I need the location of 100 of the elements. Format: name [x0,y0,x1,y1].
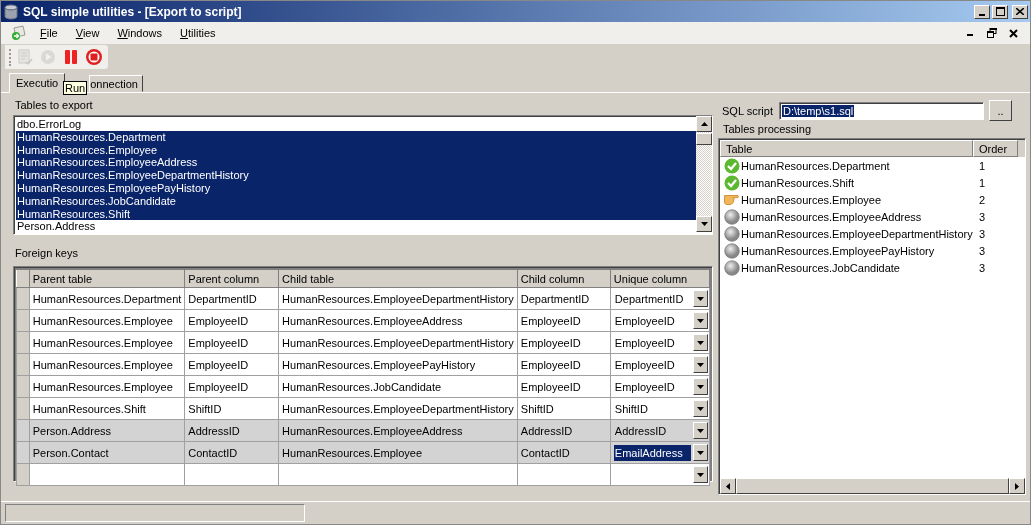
close-icon [1009,28,1018,38]
path-field[interactable]: D:\temp\s1.sql [778,101,984,120]
down-arrow-icon [697,406,704,411]
down-arrow-icon [697,296,704,301]
dropdown-button[interactable] [693,422,708,439]
up-arrow-icon [700,122,708,126]
column-header[interactable]: Table [720,140,973,157]
column-header[interactable]: Child table [278,269,518,288]
table-cell: EmployeeID [184,309,279,332]
database-icon [3,3,19,20]
window-title: SQL simple utilities - [Export to script] [23,4,243,19]
scroll-thumb[interactable] [696,133,712,145]
dropdown-button[interactable] [693,312,708,329]
table-cell: HumanResources.Employee [29,331,185,354]
row-header[interactable] [16,287,30,310]
down-arrow-icon [697,428,704,433]
order-value: 3 [978,210,986,223]
dropdown-button[interactable] [693,356,708,373]
left-arrow-icon [726,482,730,490]
table-cell: HumanResources.EmployeeDepartmentHistory [278,331,518,354]
close-button[interactable] [1012,4,1028,19]
section-label: Foreign keys [14,246,79,261]
browse-button[interactable]: .. [988,100,1012,121]
table-cell: HumanResources.Department [29,287,185,310]
table-cell: HumanResources.JobCandidate [278,375,518,398]
list-item[interactable]: dbo.ErrorLog [16,118,696,131]
table-cell: EmployeeID [517,353,611,376]
table-name: HumanResources.EmployeeAddress [741,210,922,223]
order-value: 3 [978,244,986,257]
down-arrow-icon [697,450,704,455]
down-arrow-icon [697,384,704,389]
list-item[interactable]: HumanResources.Department [16,130,696,144]
down-arrow-icon [697,318,704,323]
tooltip: Run [63,81,88,95]
menu-item[interactable]: File [31,25,67,41]
order-value: 2 [978,193,986,206]
close-icon [1016,8,1024,15]
minimize-icon [979,13,985,16]
column-header[interactable]: Order [973,140,1018,157]
tab[interactable]: onnection [89,75,143,92]
pause-icon [62,48,80,66]
table-name: HumanResources.Employee [741,193,881,206]
dropdown-button[interactable] [693,400,708,417]
table-name: HumanResources.EmployeePayHistory [741,244,935,257]
dropdown-button[interactable] [693,290,708,307]
menu-item[interactable]: View [66,25,109,41]
menu-item[interactable]: Windows [108,25,172,41]
list-item[interactable]: HumanResources.EmployeeAddress [16,156,696,170]
table-cell: EmployeeID [517,375,611,398]
order-value: 1 [978,159,986,172]
minimize-button[interactable] [974,4,990,19]
toolbar-grip[interactable] [9,48,12,66]
menu-item[interactable]: Utilities [171,25,225,41]
list-item[interactable]: HumanResources.EmployeeDepartmentHistory [16,169,696,182]
stop-icon [85,48,103,66]
table-cell[interactable]: EmailAddress [613,444,691,461]
down-arrow-icon [697,472,704,477]
stop-button[interactable] [84,47,104,67]
tab[interactable]: Executio [9,73,66,93]
table-cell: ShiftID [517,397,611,420]
table-cell: EmployeeID [184,331,279,354]
document-icon[interactable] [11,25,27,41]
column-header[interactable]: Unique column [610,269,710,288]
table-name: HumanResources.Department [741,159,890,172]
order-value: 3 [978,227,986,240]
column-header[interactable]: Parent column [184,269,279,288]
maximize-button[interactable] [992,4,1008,19]
document-check-icon [16,48,34,66]
order-value: 3 [978,261,986,274]
table-cell: EmployeeID [184,375,279,398]
table-cell: EmployeeID [184,353,279,376]
table-name: HumanResources.JobCandidate [741,261,900,274]
table-cell: Person.Contact [29,441,185,464]
field-label: SQL script [722,104,773,117]
section-label: Tables to export [14,98,94,113]
table-cell: HumanResources.Shift [29,397,185,420]
dropdown-button[interactable] [693,444,708,461]
table-name: HumanResources.EmployeeDepartmentHistory [741,227,973,240]
table-list[interactable] [13,115,713,235]
table-cell: DepartmentID [184,287,279,310]
column-header[interactable]: Parent table [29,269,185,288]
restore-icon [987,28,997,38]
list-item[interactable]: Person.Address [16,220,696,234]
table-name: HumanResources.Shift [741,176,855,189]
order-value: 1 [978,176,986,189]
section-label: Tables processing [722,122,813,137]
table-cell: HumanResources.EmployeeAddress [278,419,518,442]
dropdown-button[interactable] [693,334,708,351]
scrollbar[interactable] [696,116,712,232]
dropdown-button[interactable] [693,378,708,395]
column-header[interactable]: Child column [517,269,611,288]
table-cell: HumanResources.Employee [29,309,185,332]
down-arrow-icon [700,222,708,226]
table-cell: HumanResources.EmployeeAddress [278,309,518,332]
scrollbar[interactable] [720,478,1025,494]
table-cell: HumanResources.EmployeeDepartmentHistory [278,397,518,420]
table-cell: EmployeeID [517,331,611,354]
dropdown-button[interactable] [693,466,708,483]
table-cell: DepartmentID [517,287,611,310]
table-cell: ShiftID [184,397,279,420]
